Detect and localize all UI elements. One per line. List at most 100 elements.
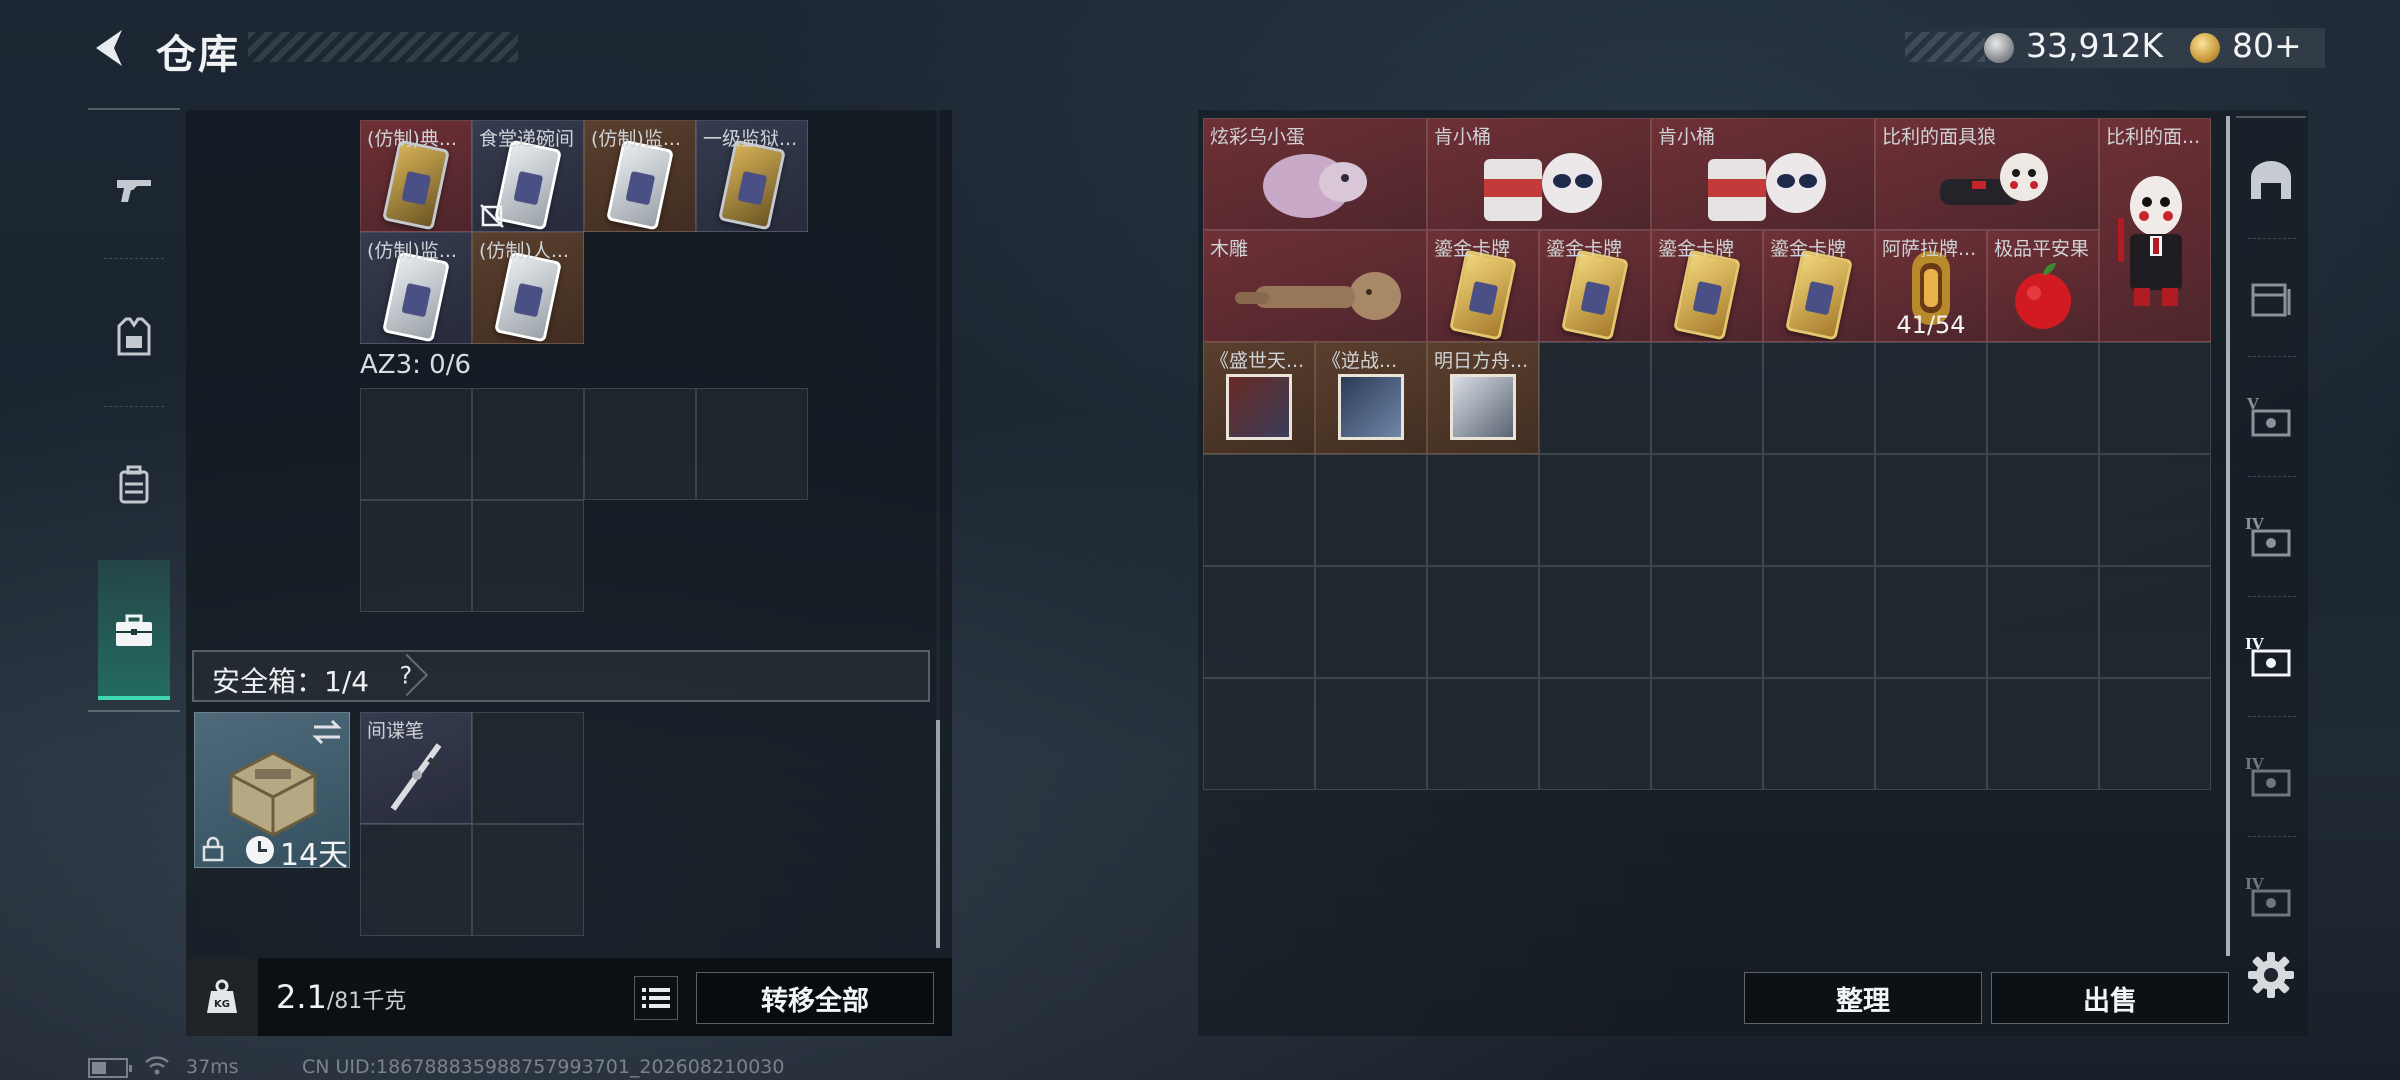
rail-divider: [2248, 476, 2296, 477]
gold-coin-value[interactable]: 80+: [2232, 26, 2302, 65]
empty-slot[interactable]: [2099, 678, 2211, 790]
nav-divider: [104, 258, 164, 259]
empty-slot[interactable]: [1875, 566, 1987, 678]
inventory-item[interactable]: (仿制)监...: [360, 232, 472, 344]
inventory-item[interactable]: 一级监狱...: [696, 120, 808, 232]
rail-divider: [2248, 356, 2296, 357]
empty-slot[interactable]: [1987, 678, 2099, 790]
inventory-item[interactable]: 明日方舟...: [1427, 342, 1539, 454]
empty-slot[interactable]: [472, 712, 584, 824]
inventory-item[interactable]: 鎏金卡牌: [1427, 230, 1539, 342]
rail-bunker[interactable]: [2236, 126, 2306, 236]
empty-slot[interactable]: [1651, 566, 1763, 678]
empty-slot[interactable]: [1203, 566, 1315, 678]
container-scrollbar[interactable]: [936, 720, 940, 948]
inventory-item[interactable]: 间谍笔: [360, 712, 472, 824]
bucket-plush-icon: [1708, 152, 1826, 221]
inventory-item[interactable]: 《盛世天...: [1203, 342, 1315, 454]
empty-slot[interactable]: [1875, 454, 1987, 566]
silver-coin-value[interactable]: 33,912K: [2026, 26, 2163, 65]
empty-slot[interactable]: [1875, 678, 1987, 790]
level4-case-icon-b: IV: [2245, 755, 2291, 797]
inventory-item[interactable]: 木雕: [1203, 230, 1427, 342]
inventory-item[interactable]: 极品平安果: [1987, 230, 2099, 342]
empty-slot[interactable]: [1203, 454, 1315, 566]
empty-slot[interactable]: [584, 388, 696, 500]
empty-slot[interactable]: [1427, 566, 1539, 678]
weight-icon: KG: [207, 979, 237, 1013]
warehouse-scrollbar[interactable]: [2226, 116, 2230, 956]
inventory-item[interactable]: 阿萨拉牌... 41/54: [1875, 230, 1987, 342]
empty-slot[interactable]: [1763, 678, 1875, 790]
inventory-item[interactable]: 食堂递碗间: [472, 120, 584, 232]
inventory-item[interactable]: 肯小桶: [1427, 118, 1651, 230]
empty-slot[interactable]: [1315, 454, 1427, 566]
settings-gear-icon[interactable]: [2244, 948, 2298, 1002]
empty-slot[interactable]: [472, 388, 584, 500]
rail-case-iv-b[interactable]: IV: [2236, 722, 2306, 832]
back-arrow-icon[interactable]: [88, 26, 132, 70]
rail-case-v[interactable]: V: [2236, 362, 2306, 472]
inventory-item[interactable]: 肯小桶: [1651, 118, 1875, 230]
nav-weapon[interactable]: [88, 124, 180, 254]
empty-slot[interactable]: [1539, 678, 1651, 790]
empty-slot[interactable]: [1539, 342, 1651, 454]
empty-slot[interactable]: [1427, 678, 1539, 790]
inventory-item[interactable]: 《逆战...: [1315, 342, 1427, 454]
level4-case-icon: IV: [2245, 515, 2291, 557]
empty-slot[interactable]: [360, 388, 472, 500]
empty-slot[interactable]: [1651, 678, 1763, 790]
gilded-card-icon: [1449, 249, 1517, 341]
nav-divider: [104, 406, 164, 407]
empty-slot[interactable]: [1203, 678, 1315, 790]
empty-slot[interactable]: [1315, 566, 1427, 678]
empty-slot[interactable]: [472, 824, 584, 936]
empty-slot[interactable]: [1875, 342, 1987, 454]
empty-slot[interactable]: [2099, 342, 2211, 454]
rail-case-iv-active[interactable]: IV: [2236, 602, 2306, 712]
nav-armor[interactable]: [88, 272, 180, 402]
inventory-item[interactable]: (仿制)监...: [584, 120, 696, 232]
empty-slot[interactable]: [2099, 454, 2211, 566]
list-view-button[interactable]: [634, 976, 678, 1020]
item-label: 炫彩乌小蛋: [1210, 126, 1306, 148]
transfer-all-button[interactable]: 转移全部: [696, 972, 934, 1024]
inventory-item[interactable]: (仿制)典...: [360, 120, 472, 232]
swap-icon[interactable]: [310, 718, 344, 746]
empty-slot[interactable]: [1651, 342, 1763, 454]
empty-slot[interactable]: [1987, 566, 2099, 678]
empty-slot[interactable]: [1763, 566, 1875, 678]
nav-case[interactable]: [88, 566, 180, 696]
item-label: 极品平安果: [1994, 238, 2090, 260]
keycard-icon: [494, 251, 562, 343]
nav-backpack[interactable]: [88, 420, 180, 550]
inventory-item[interactable]: 鎏金卡牌: [1651, 230, 1763, 342]
rail-crate[interactable]: [2236, 242, 2306, 352]
inventory-item[interactable]: 鎏金卡牌: [1539, 230, 1651, 342]
empty-slot[interactable]: [360, 824, 472, 936]
billy-plush-icon: [1940, 152, 2048, 205]
inventory-item[interactable]: 比利的面具狼: [1875, 118, 2099, 230]
sell-button[interactable]: 出售: [1991, 972, 2229, 1024]
rail-case-iv-c[interactable]: IV: [2236, 842, 2306, 952]
empty-slot[interactable]: [360, 500, 472, 612]
inventory-item[interactable]: 比利的面...: [2099, 118, 2211, 342]
inventory-item[interactable]: 炫彩乌小蛋: [1203, 118, 1427, 230]
empty-slot[interactable]: [1427, 454, 1539, 566]
rail-divider: [2248, 716, 2296, 717]
empty-slot[interactable]: [472, 500, 584, 612]
sort-button[interactable]: 整理: [1744, 972, 1982, 1024]
inventory-item[interactable]: (仿制)人...: [472, 232, 584, 344]
empty-slot[interactable]: [1987, 454, 2099, 566]
empty-slot[interactable]: [2099, 566, 2211, 678]
empty-slot[interactable]: [1763, 454, 1875, 566]
empty-slot[interactable]: [1987, 342, 2099, 454]
empty-slot[interactable]: [1651, 454, 1763, 566]
empty-slot[interactable]: [1539, 566, 1651, 678]
empty-slot[interactable]: [1315, 678, 1427, 790]
empty-slot[interactable]: [696, 388, 808, 500]
rail-case-iv[interactable]: IV: [2236, 482, 2306, 592]
inventory-item[interactable]: 鎏金卡牌: [1763, 230, 1875, 342]
empty-slot[interactable]: [1539, 454, 1651, 566]
empty-slot[interactable]: [1763, 342, 1875, 454]
